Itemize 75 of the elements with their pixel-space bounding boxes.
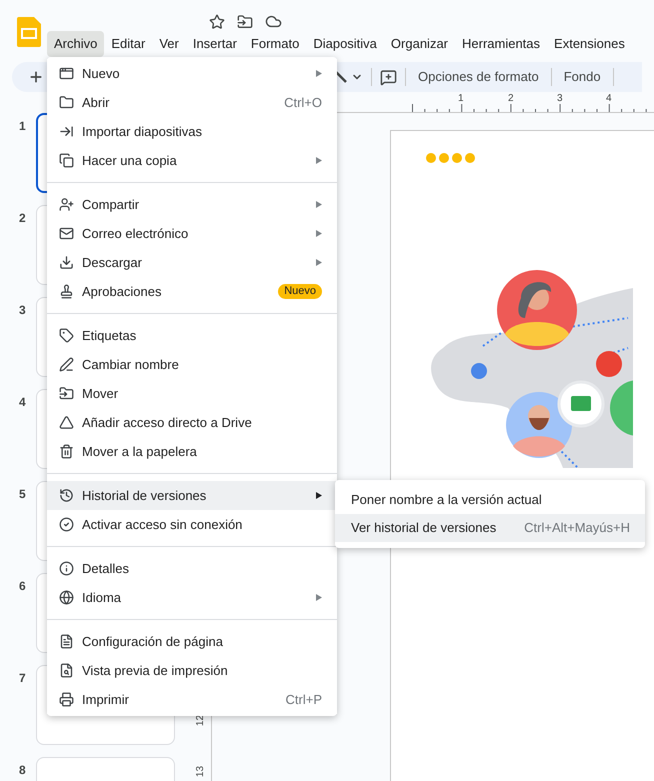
globe-icon: [59, 590, 74, 605]
menu-item[interactable]: Compartir: [47, 190, 337, 219]
ruler-number: 3: [557, 92, 563, 106]
toolbar-button[interactable]: Fondo: [560, 67, 605, 87]
line-tool-icon[interactable]: [334, 70, 348, 84]
info-icon: [59, 561, 74, 576]
menu-item[interactable]: Aprobaciones Nuevo: [47, 277, 337, 306]
menu-bar-item[interactable]: Extensiones: [547, 31, 632, 56]
menu-item[interactable]: Detalles: [47, 554, 337, 583]
add-person-icon: [59, 197, 74, 212]
menu-item[interactable]: Etiquetas: [47, 321, 337, 350]
folder-arrow-icon[interactable]: [237, 14, 253, 30]
menu-bar-item[interactable]: Formato: [244, 31, 306, 56]
shortcut-text: Ctrl+P: [286, 690, 322, 709]
plus-icon[interactable]: [28, 69, 44, 85]
shortcut-text: Ctrl+Alt+Mayús+H: [524, 519, 630, 538]
folder-icon: [59, 95, 74, 110]
menu-item[interactable]: Abrir Ctrl+O: [47, 88, 337, 117]
slide-number: 1: [18, 118, 27, 135]
menu-item[interactable]: Descargar: [47, 248, 337, 277]
add-comment-icon[interactable]: [380, 68, 397, 86]
menu-item[interactable]: Nuevo: [47, 59, 337, 88]
printer-icon: [59, 692, 74, 707]
ruler-number: 1: [458, 92, 464, 106]
import-arrow-icon: [59, 124, 74, 139]
shortcut-text: Ctrl+O: [284, 94, 322, 112]
star-icon[interactable]: [209, 14, 225, 30]
menu-bar-item[interactable]: Editar: [104, 31, 152, 56]
toolbar-button[interactable]: Opciones de formato: [414, 67, 543, 87]
new-badge: Nuevo: [278, 284, 322, 299]
menu-bar-item[interactable]: Diapositiva: [306, 31, 384, 56]
menu-item[interactable]: Hacer una copia: [47, 146, 337, 175]
menu-bar-item[interactable]: Archivo: [47, 31, 104, 56]
pen-icon: [59, 357, 74, 372]
menu-item[interactable]: Mover: [47, 379, 337, 408]
trash-icon: [59, 444, 74, 459]
menu-item[interactable]: Configuración de página: [47, 627, 337, 656]
mail-icon: [59, 226, 74, 241]
menu-item[interactable]: Añadir acceso directo a Drive: [47, 408, 337, 437]
menu-bar-item[interactable]: Ver: [152, 31, 186, 56]
menu-bar-item[interactable]: Herramientas: [455, 31, 548, 56]
stamp-icon: [59, 284, 74, 299]
menu-item[interactable]: Cambiar nombre: [47, 350, 337, 379]
menu-item[interactable]: Idioma: [47, 583, 337, 612]
menu-bar-item[interactable]: Organizar: [384, 31, 455, 56]
menu-item[interactable]: Mover a la papelera: [47, 437, 337, 466]
cloud-icon[interactable]: [265, 13, 282, 30]
menu-item[interactable]: Imprimir Ctrl+P: [47, 685, 337, 714]
slide-number: 3: [18, 302, 27, 319]
menu-item[interactable]: Vista previa de impresión: [47, 656, 337, 685]
ruler-number: 4: [606, 92, 612, 106]
menu-item[interactable]: Ver historial de versiones Ctrl+Alt+Mayús+H: [335, 514, 645, 542]
menu-item[interactable]: Importar diapositivas: [47, 117, 337, 146]
history-icon: [59, 488, 74, 503]
document-search-icon: [59, 663, 74, 678]
tag-icon: [59, 328, 74, 343]
copy-icon: [59, 153, 74, 168]
menu-item[interactable]: Poner nombre a la versión actual: [335, 486, 645, 514]
slide-number: 7: [18, 670, 27, 687]
menu-item[interactable]: Correo electrónico: [47, 219, 337, 248]
folder-arrow-icon: [59, 386, 74, 401]
menu-bar-item[interactable]: Insertar: [186, 31, 244, 56]
ruler-number: 2: [508, 92, 514, 106]
ruler-number: 13: [194, 766, 207, 778]
slide-number: 4: [18, 394, 27, 411]
menu-item[interactable]: Historial de versiones: [47, 481, 337, 510]
check-circle-icon: [59, 517, 74, 532]
window-icon: [59, 66, 74, 81]
slide-number: 8: [18, 762, 27, 779]
triangle-icon: [59, 415, 74, 430]
slide-number: 6: [18, 578, 27, 595]
slide-number: 2: [18, 210, 27, 227]
download-icon: [59, 255, 74, 270]
document-icon: [59, 634, 74, 649]
slide-number: 5: [18, 486, 27, 503]
